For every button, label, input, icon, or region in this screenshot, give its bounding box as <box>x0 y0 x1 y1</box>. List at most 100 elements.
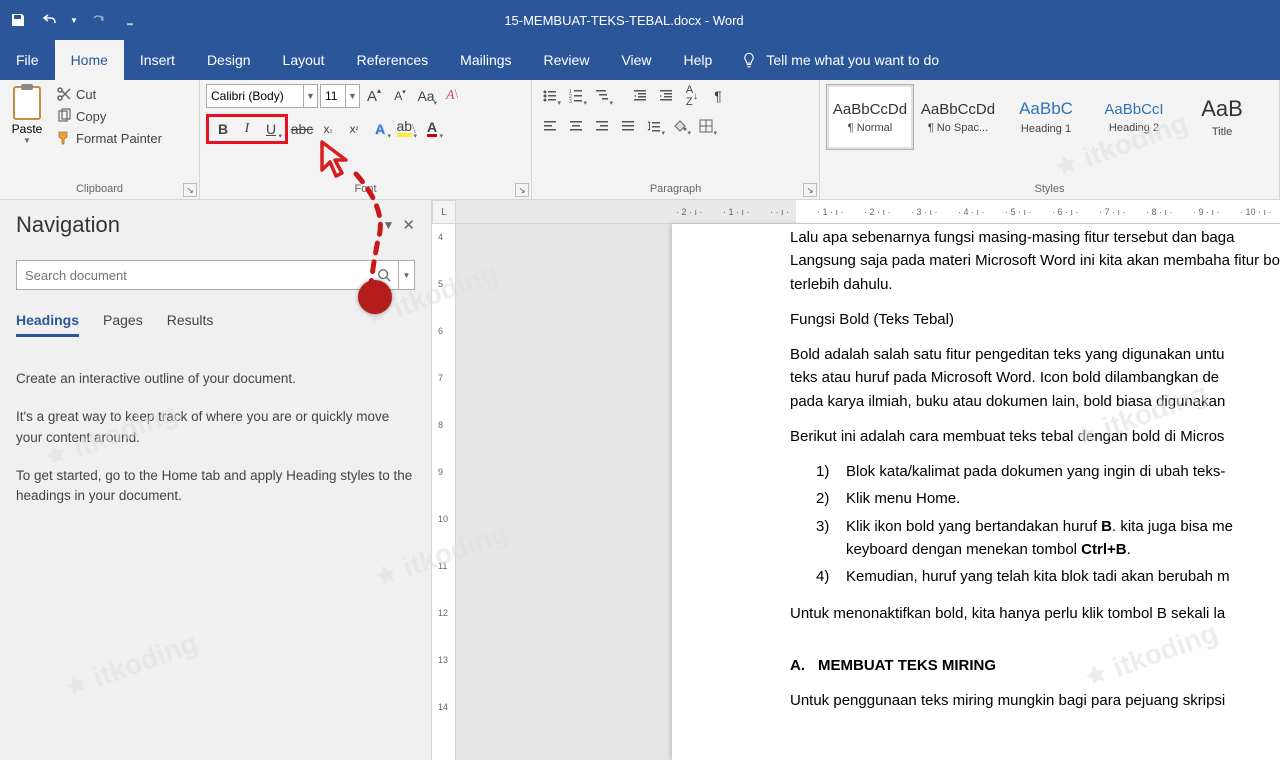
format-painter-label: Format Painter <box>76 131 162 146</box>
shading-button[interactable]: ▾ <box>668 114 692 138</box>
align-left-button[interactable] <box>538 114 562 138</box>
paragraph-group-label: Paragraph <box>538 181 813 197</box>
superscript-button[interactable]: x² <box>342 117 366 141</box>
ruler-corner[interactable]: L <box>432 200 456 224</box>
tab-layout[interactable]: Layout <box>267 40 341 80</box>
svg-text:3: 3 <box>569 99 572 104</box>
tab-help[interactable]: Help <box>668 40 729 80</box>
nav-dropdown-icon[interactable]: ▼ <box>383 218 395 232</box>
style-heading2[interactable]: AaBbCcIHeading 2 <box>1090 84 1178 150</box>
undo-button[interactable] <box>36 6 64 34</box>
chevron-down-icon[interactable]: ▼ <box>345 85 359 107</box>
copy-button[interactable]: Copy <box>52 106 166 126</box>
cut-button[interactable]: Cut <box>52 84 166 104</box>
change-case-button[interactable]: Aa▾ <box>414 84 438 108</box>
sort-button[interactable]: AZ↓ <box>680 84 704 108</box>
tab-review[interactable]: Review <box>528 40 606 80</box>
format-painter-button[interactable]: Format Painter <box>52 128 166 148</box>
nav-tab-pages[interactable]: Pages <box>103 312 143 337</box>
nav-tab-results[interactable]: Results <box>167 312 214 337</box>
clipboard-launcher[interactable]: ↘ <box>183 183 197 197</box>
strikethrough-button[interactable]: abc <box>290 117 314 141</box>
redo-button[interactable] <box>84 6 112 34</box>
nav-search-input[interactable] <box>17 268 370 283</box>
subscript-button[interactable]: x₂ <box>316 117 340 141</box>
title-bar: ▼ ‗ 15-MEMBUAT-TEKS-TEBAL.docx - Word <box>0 0 1280 40</box>
nav-text: Create an interactive outline of your do… <box>16 369 415 389</box>
outdent-icon <box>632 88 648 104</box>
styles-gallery[interactable]: AaBbCcDd¶ Normal AaBbCcDd¶ No Spac... Aa… <box>826 84 1273 150</box>
undo-dropdown[interactable]: ▼ <box>68 6 80 34</box>
font-name-combo[interactable]: ▼ <box>206 84 318 108</box>
font-color-button[interactable]: A▾ <box>420 117 444 141</box>
tab-references[interactable]: References <box>341 40 445 80</box>
line-spacing-button[interactable]: ▾ <box>642 114 666 138</box>
annotation-highlight-box: B I U▾ <box>206 114 288 144</box>
clear-format-button[interactable]: A⧹ <box>440 84 464 108</box>
tab-insert[interactable]: Insert <box>124 40 191 80</box>
justify-button[interactable] <box>616 114 640 138</box>
group-font: ▼ ▼ A▴ A▾ Aa▾ A⧹ B I U▾ abc x₂ x² A▾ ab⧹… <box>200 80 532 199</box>
group-paragraph: ▾ 123▾ ▾ AZ↓ ¶ ▾ ▾ ▾ Paragraph ↘ <box>532 80 820 199</box>
save-button[interactable] <box>4 6 32 34</box>
nav-search-box[interactable]: ▼ <box>16 260 415 290</box>
work-area: Navigation ▼ ✕ ▼ Headings Pages Results … <box>0 200 1280 760</box>
window-title: 15-MEMBUAT-TEKS-TEBAL.docx - Word <box>148 13 1100 28</box>
bold-button[interactable]: B <box>211 117 235 141</box>
font-size-combo[interactable]: ▼ <box>320 84 360 108</box>
paste-button[interactable]: Paste ▼ <box>6 84 48 148</box>
tell-me[interactable]: Tell me what you want to do <box>728 40 951 80</box>
underline-button[interactable]: U▾ <box>259 117 283 141</box>
show-marks-button[interactable]: ¶ <box>706 84 730 108</box>
nav-body: Create an interactive outline of your do… <box>16 369 415 524</box>
text-effects-button[interactable]: A▾ <box>368 117 392 141</box>
chevron-down-icon[interactable]: ▼ <box>303 85 317 107</box>
italic-button[interactable]: I <box>235 117 259 141</box>
nav-tabs: Headings Pages Results <box>16 312 415 337</box>
grow-font-button[interactable]: A▴ <box>362 84 386 108</box>
numbering-button[interactable]: 123▾ <box>564 84 588 108</box>
borders-button[interactable]: ▾ <box>694 114 718 138</box>
highlight-button[interactable]: ab⧹▾ <box>394 117 418 141</box>
style-heading1[interactable]: AaBbCHeading 1 <box>1002 84 1090 150</box>
quick-access-toolbar: ▼ ‗ <box>0 6 148 34</box>
bullets-button[interactable]: ▾ <box>538 84 562 108</box>
style-nospacing[interactable]: AaBbCcDd¶ No Spac... <box>914 84 1002 150</box>
vertical-ruler[interactable]: 4567891011121314 <box>432 224 456 760</box>
numbering-icon: 123 <box>568 88 584 104</box>
align-center-button[interactable] <box>564 114 588 138</box>
multilevel-icon <box>594 88 610 104</box>
decrease-indent-button[interactable] <box>628 84 652 108</box>
tab-view[interactable]: View <box>605 40 667 80</box>
font-name-input[interactable] <box>207 89 303 103</box>
horizontal-ruler[interactable]: · 2 · ı · · 1 · ı · · · ı · · 1 · ı · · … <box>456 200 1280 224</box>
align-right-button[interactable] <box>590 114 614 138</box>
nav-close-button[interactable]: ✕ <box>402 216 415 234</box>
justify-icon <box>620 118 636 134</box>
align-left-icon <box>542 118 558 134</box>
borders-icon <box>698 118 714 134</box>
qat-customize[interactable]: ‗ <box>116 6 144 34</box>
document-page[interactable]: Lalu apa sebenarnya fungsi masing-masing… <box>672 224 1280 760</box>
font-launcher[interactable]: ↘ <box>515 183 529 197</box>
tab-home[interactable]: Home <box>55 40 124 80</box>
paragraph-launcher[interactable]: ↘ <box>803 183 817 197</box>
nav-title: Navigation <box>16 212 120 238</box>
nav-search-dropdown[interactable]: ▼ <box>398 261 414 289</box>
increase-indent-button[interactable] <box>654 84 678 108</box>
tab-design[interactable]: Design <box>191 40 267 80</box>
tab-mailings[interactable]: Mailings <box>444 40 527 80</box>
styles-group-label: Styles <box>826 181 1273 197</box>
document-area: L · 2 · ı · · 1 · ı · · · ı · · 1 · ı · … <box>432 200 1280 760</box>
shrink-font-button[interactable]: A▾ <box>388 84 412 108</box>
group-styles: AaBbCcDd¶ Normal AaBbCcDd¶ No Spac... Aa… <box>820 80 1280 199</box>
nav-tab-headings[interactable]: Headings <box>16 312 79 337</box>
tab-file[interactable]: File <box>0 40 55 80</box>
style-normal[interactable]: AaBbCcDd¶ Normal <box>826 84 914 150</box>
annotation-dot <box>358 280 392 314</box>
style-title[interactable]: AaBTitle <box>1178 84 1266 150</box>
font-size-input[interactable] <box>321 89 345 103</box>
indent-icon <box>658 88 674 104</box>
doc-heading: Fungsi Bold (Teks Tebal) <box>790 308 1280 331</box>
multilevel-button[interactable]: ▾ <box>590 84 614 108</box>
